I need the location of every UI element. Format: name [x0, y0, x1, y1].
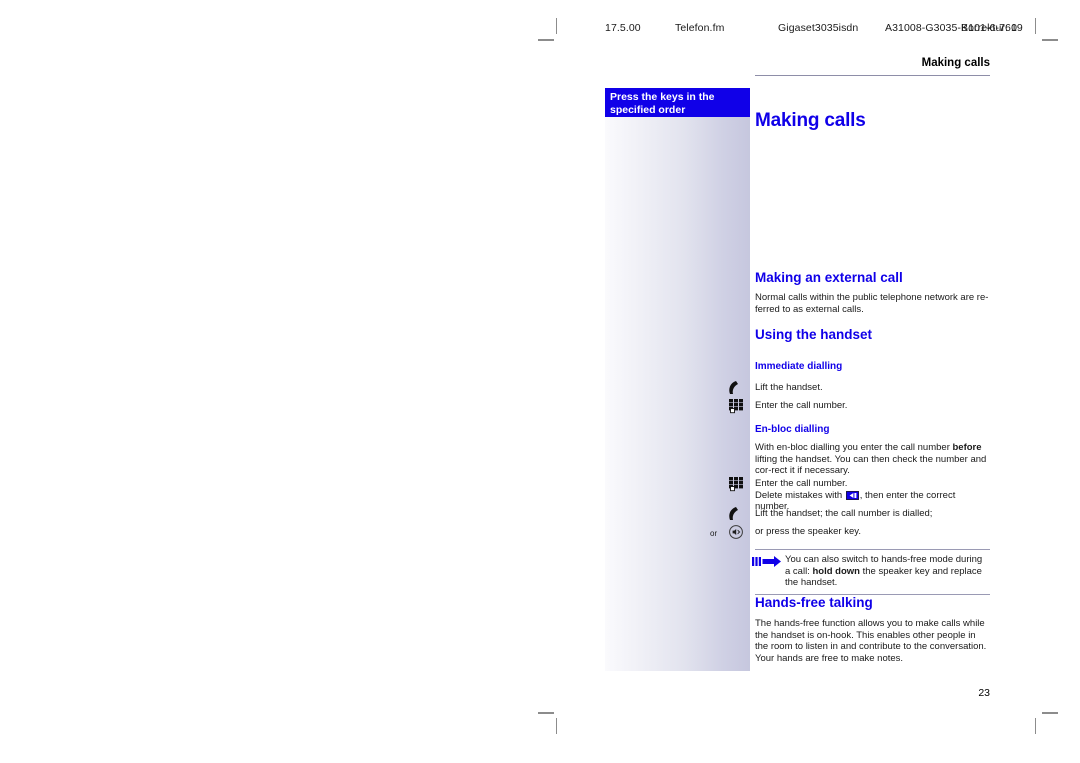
handset-icon — [729, 381, 738, 394]
crop-mark-top-right-vertical — [1035, 18, 1036, 34]
section-heading-handsfree: Hands-free talking — [755, 595, 873, 610]
crop-mark-top-left-vertical — [556, 18, 557, 34]
subsection-paragraph-enbloc: With en-bloc dialling you enter the call… — [755, 442, 990, 477]
handset-icon — [729, 507, 738, 520]
keypad-icon — [729, 399, 743, 414]
print-info-bar: 17.5.00 Telefon.fm Gigaset3035isdn A3100… — [595, 22, 1025, 38]
enbloc-text-b: lifting the handset. You can then check … — [755, 453, 987, 477]
step-enter-number-1: Enter the call number. — [729, 399, 990, 414]
section-paragraph-handsfree: The hands-free function allows you to ma… — [755, 618, 987, 664]
step-lift-handset-text: Lift the handset. — [755, 382, 823, 393]
print-date: 17.5.00 — [605, 22, 641, 34]
print-correction: Korrektur: 0 — [961, 22, 1018, 34]
note-arrow-icon — [752, 556, 781, 567]
step-press-speaker-key-text: or press the speaker key. — [755, 526, 861, 537]
keypad-icon — [729, 477, 743, 492]
step-lift-handset-dialled-text: Lift the handset; the call number is dia… — [755, 508, 933, 519]
crop-mark-top-left-horizontal — [538, 39, 554, 41]
page-number: 23 — [978, 687, 990, 699]
enbloc-text-a: With en-bloc dialling you enter the call… — [755, 442, 953, 453]
margin-tag-line-2: specified order — [610, 104, 686, 116]
print-product: Gigaset3035isdn — [778, 22, 859, 34]
crop-mark-bottom-left-vertical — [556, 718, 557, 734]
main-content-column: Making calls Making an external call Nor… — [710, 110, 990, 664]
page-title: Making calls — [755, 110, 866, 131]
speaker-key-icon — [729, 525, 743, 539]
note-text-bold: hold down — [812, 565, 860, 577]
subsection-heading-enbloc-dialling: En-bloc dialling — [755, 424, 830, 435]
crop-mark-bottom-right-vertical — [1035, 718, 1036, 734]
step-enter-number-2-line1: Enter the call number. — [755, 478, 848, 489]
crop-mark-bottom-left-horizontal — [538, 712, 554, 714]
print-filename: Telefon.fm — [675, 22, 725, 34]
step-lift-handset-dialled: Lift the handset; the call number is dia… — [729, 507, 990, 520]
subsection-heading-immediate-dialling: Immediate dialling — [755, 361, 843, 372]
step-press-speaker-key: or or press the speaker key. — [710, 525, 990, 539]
step-or-label: or — [710, 529, 718, 538]
step-enter-number-1-text: Enter the call number. — [755, 400, 848, 411]
running-header: Making calls — [921, 57, 990, 69]
crop-mark-top-right-horizontal — [1042, 39, 1058, 41]
delete-text-a: Delete mistakes with — [755, 489, 845, 501]
section-heading-external-call: Making an external call — [755, 270, 903, 285]
header-rule — [755, 75, 990, 76]
section-heading-using-handset: Using the handset — [755, 327, 873, 342]
section-paragraph-external-call: Normal calls within the public telephone… — [755, 292, 989, 315]
margin-tag-line-1: Press the keys in the — [610, 91, 715, 103]
note-text: You can also switch to hands-free mode d… — [785, 554, 990, 589]
note-box: You can also switch to hands-free mode d… — [752, 549, 990, 595]
step-lift-handset: Lift the handset. — [729, 381, 990, 394]
margin-instruction-tag: Press the keys in the specified order — [605, 88, 750, 117]
enbloc-text-bold: before — [952, 442, 982, 453]
crop-mark-bottom-right-horizontal — [1042, 712, 1058, 714]
delete-key-icon — [845, 490, 859, 500]
